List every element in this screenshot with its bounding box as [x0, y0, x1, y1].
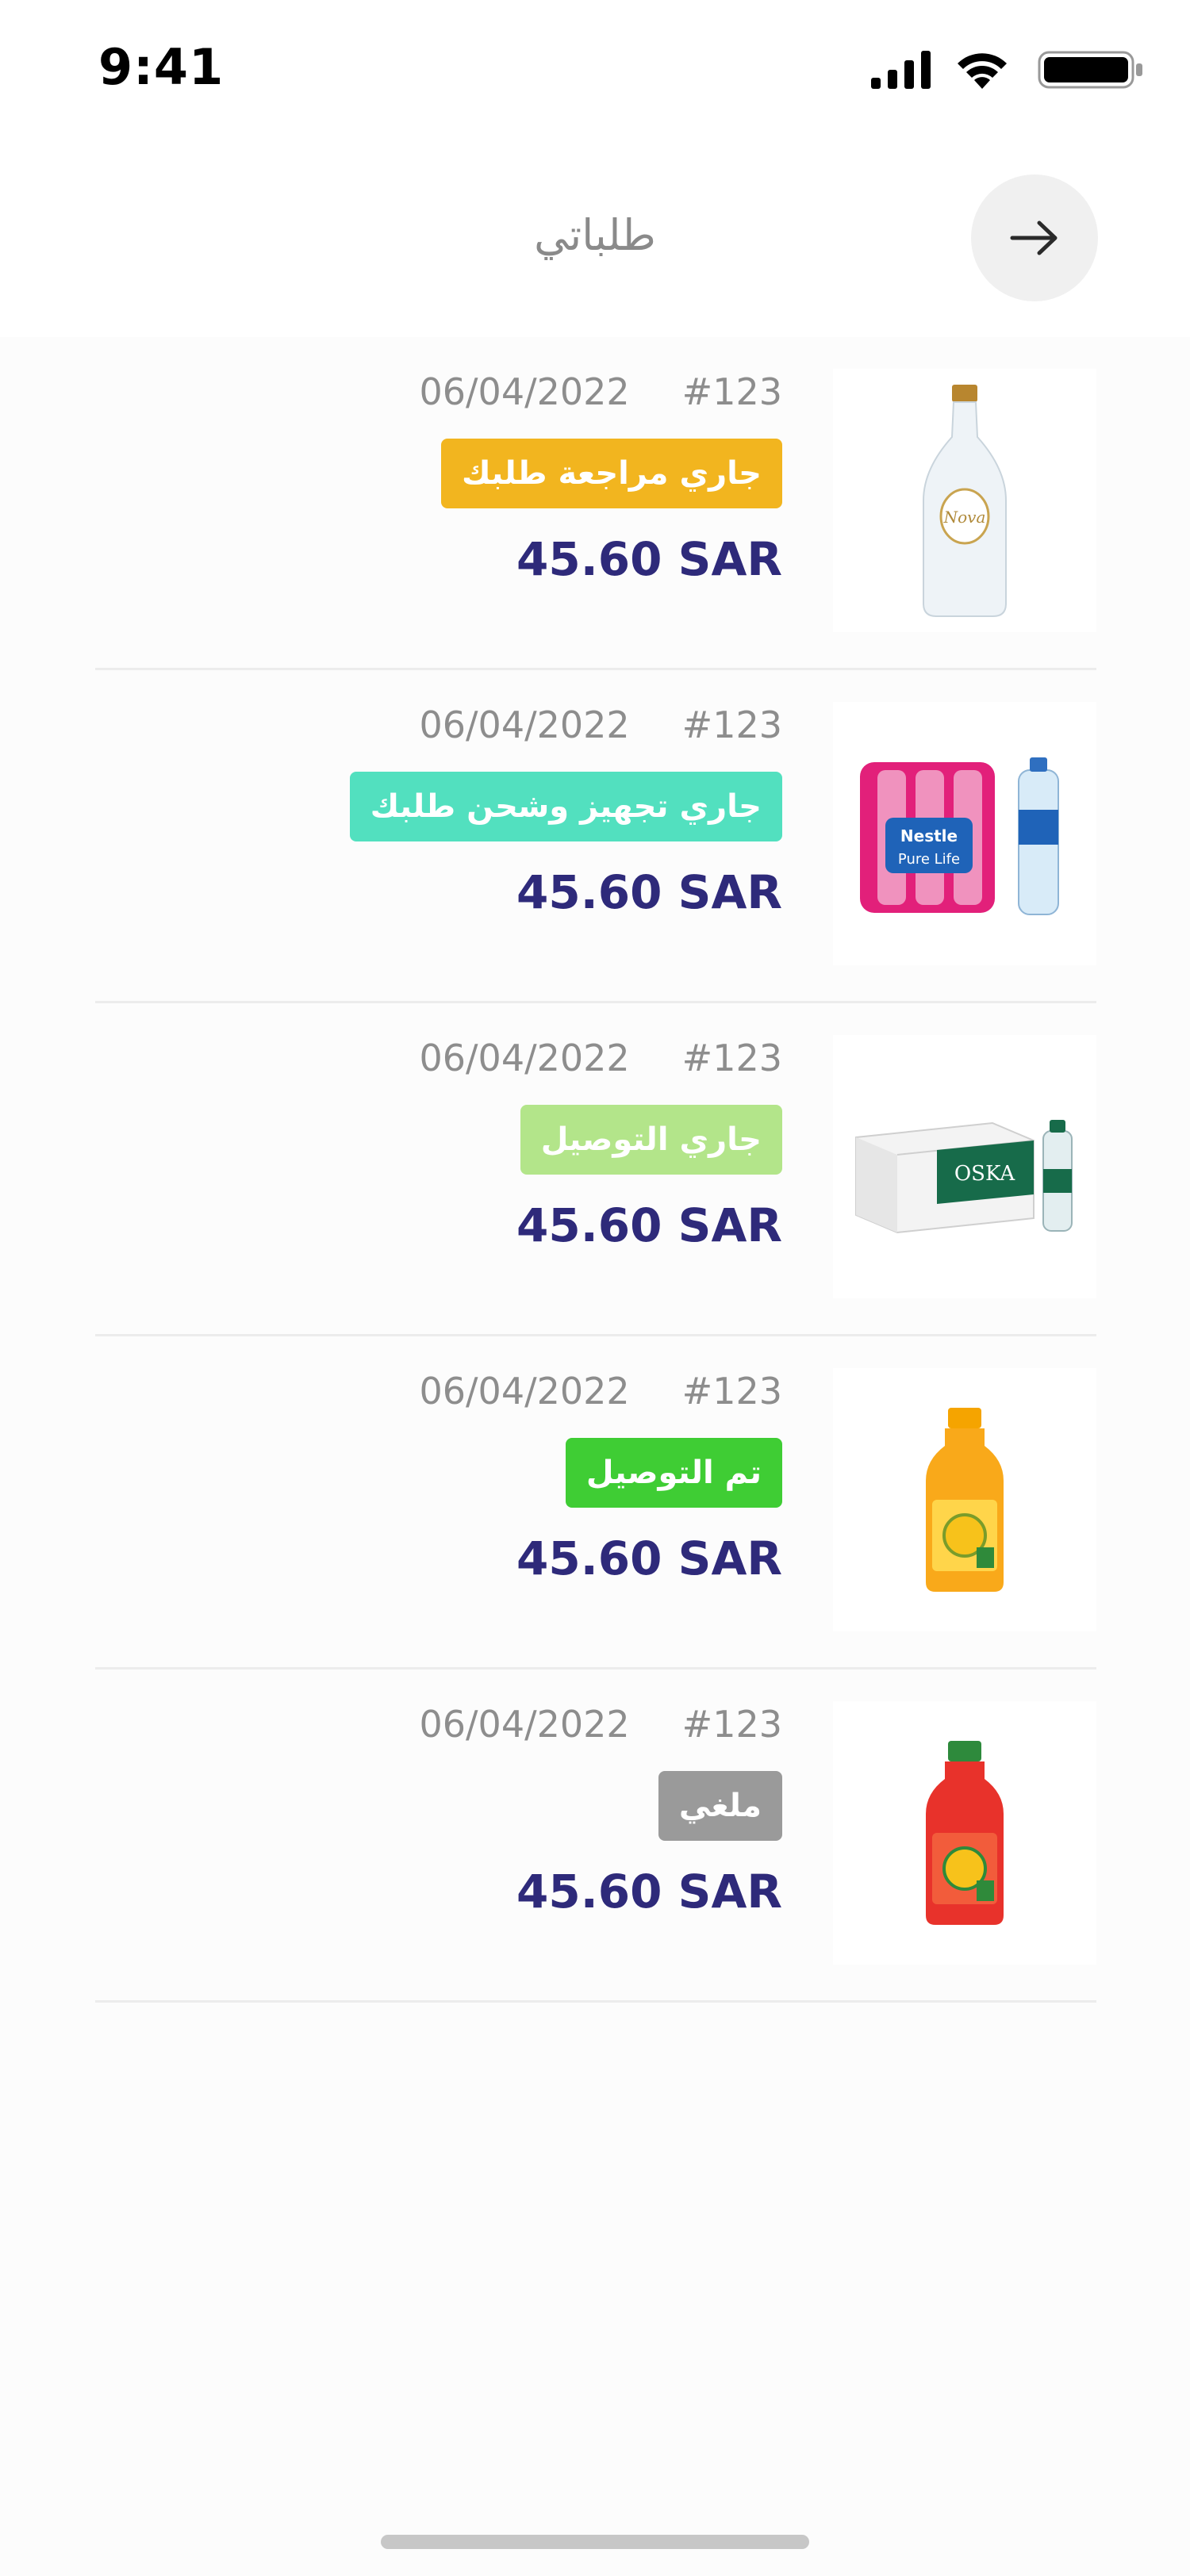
order-item[interactable]: 06/04/2022 #123 تم التوصيل 45.60 SAR	[95, 1336, 1096, 1669]
mixed-juice-image	[926, 1741, 1004, 1925]
order-price: 45.60 SAR	[516, 1198, 782, 1252]
order-date: 06/04/2022	[419, 1037, 630, 1079]
order-meta: 06/04/2022 #123 جاري مراجعة طلبك 45.60 SA…	[132, 370, 782, 586]
svg-text:Nova: Nova	[943, 508, 986, 527]
order-meta: 06/04/2022 #123 جاري تجهيز وشحن طلبك 45.6…	[132, 703, 782, 919]
order-number: #123	[681, 1703, 782, 1746]
order-date: 06/04/2022	[419, 1703, 630, 1746]
cellular-signal-icon	[871, 51, 931, 89]
order-price: 45.60 SAR	[516, 1531, 782, 1585]
status-badge: تم التوصيل	[565, 1438, 782, 1508]
order-item[interactable]: OSKA 06/04/2022 #123 جاري التوصيل 45.60 S…	[95, 1003, 1096, 1336]
status-badge: جاري التوصيل	[520, 1105, 782, 1175]
order-item[interactable]: 06/04/2022 #123 ملغي 45.60 SAR	[95, 1669, 1096, 2003]
status-time: 9:41	[98, 38, 225, 96]
product-image	[833, 1701, 1096, 1965]
order-number: #123	[681, 370, 782, 413]
order-date: 06/04/2022	[419, 1370, 630, 1413]
order-number: #123	[681, 703, 782, 746]
mango-juice-image	[926, 1408, 1004, 1592]
order-item[interactable]: Nova 06/04/2022 #123 جاري مراجعة طلبك 45.…	[95, 337, 1096, 670]
svg-text:Nestle: Nestle	[900, 826, 958, 845]
product-image: Nestle Pure Life	[833, 702, 1096, 965]
status-bar: 9:41	[0, 0, 1190, 135]
product-image	[833, 1368, 1096, 1631]
header: طلباتي	[0, 135, 1190, 337]
status-badge: جاري مراجعة طلبك	[441, 439, 782, 508]
order-price: 45.60 SAR	[516, 532, 782, 586]
order-item[interactable]: Nestle Pure Life 06/04/2022 #123 جاري تجه…	[95, 670, 1096, 1003]
order-meta: 06/04/2022 #123 تم التوصيل 45.60 SAR	[132, 1370, 782, 1585]
order-meta: 06/04/2022 #123 ملغي 45.60 SAR	[132, 1703, 782, 1919]
order-date: 06/04/2022	[419, 370, 630, 413]
order-price: 45.60 SAR	[516, 865, 782, 919]
back-button[interactable]	[971, 174, 1098, 301]
wifi-icon	[958, 53, 1007, 89]
svg-text:Pure Life: Pure Life	[898, 851, 960, 868]
water-carton-image: OSKA	[855, 1120, 1073, 1234]
home-indicator[interactable]	[381, 2535, 809, 2549]
status-badge: ملغي	[658, 1771, 782, 1841]
order-number: #123	[681, 1037, 782, 1079]
order-date: 06/04/2022	[419, 703, 630, 746]
arrow-right-icon	[1010, 220, 1058, 255]
order-meta: 06/04/2022 #123 جاري التوصيل 45.60 SAR	[132, 1037, 782, 1252]
water-pack-image: Nestle Pure Life	[860, 757, 1059, 915]
order-number: #123	[681, 1370, 782, 1413]
status-icons	[811, 46, 1144, 94]
glass-water-bottle-image: Nova	[923, 385, 1007, 617]
battery-icon	[1038, 51, 1142, 89]
product-image: OSKA	[833, 1035, 1096, 1298]
svg-text:OSKA: OSKA	[954, 1162, 1015, 1186]
order-price: 45.60 SAR	[516, 1865, 782, 1919]
product-image: Nova	[833, 369, 1096, 632]
status-badge: جاري تجهيز وشحن طلبك	[349, 772, 782, 841]
